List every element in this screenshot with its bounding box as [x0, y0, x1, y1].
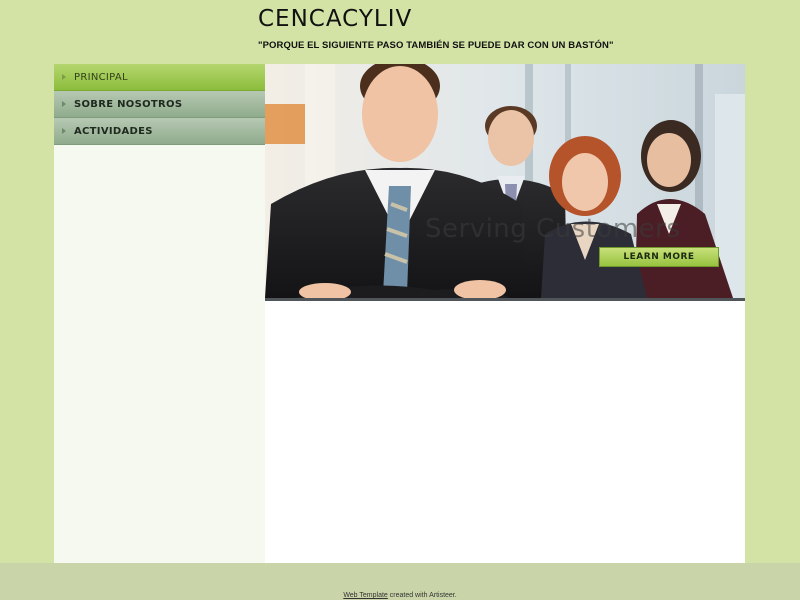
- page-sheet: PRINCIPAL SOBRE NOSOTROS ACTIVIDADES Ser…: [54, 64, 745, 563]
- main-content: [265, 304, 745, 563]
- menu-item-actividades[interactable]: ACTIVIDADES: [54, 118, 265, 145]
- footer-credit: created with Artisteer.: [389, 592, 457, 599]
- site-slogan: "PORQUE EL SIGUIENTE PASO TAMBIÉN SE PUE…: [258, 40, 614, 51]
- footer: Web Template created with Artisteer.: [0, 563, 800, 600]
- footer-text: Web Template created with Artisteer.: [0, 592, 800, 599]
- arrow-right-icon: [62, 128, 66, 134]
- menu-item-label: ACTIVIDADES: [74, 125, 153, 137]
- arrow-right-icon: [62, 74, 66, 80]
- sidebar: PRINCIPAL SOBRE NOSOTROS ACTIVIDADES: [54, 64, 265, 563]
- menu-item-label: PRINCIPAL: [74, 71, 128, 83]
- hero-banner: Serving Customers LEARN MORE: [265, 64, 745, 301]
- menu-item-principal[interactable]: PRINCIPAL: [54, 64, 265, 91]
- site-header: CENCACYLIV "PORQUE EL SIGUIENTE PASO TAM…: [258, 6, 778, 58]
- menu-item-sobre-nosotros[interactable]: SOBRE NOSOTROS: [54, 91, 265, 118]
- banner-caption: Serving Customers: [425, 214, 681, 244]
- menu-item-label: SOBRE NOSOTROS: [74, 98, 183, 110]
- learn-more-button[interactable]: LEARN MORE: [599, 247, 719, 267]
- arrow-right-icon: [62, 101, 66, 107]
- site-title: CENCACYLIV: [258, 6, 413, 32]
- web-template-link[interactable]: Web Template: [343, 592, 388, 599]
